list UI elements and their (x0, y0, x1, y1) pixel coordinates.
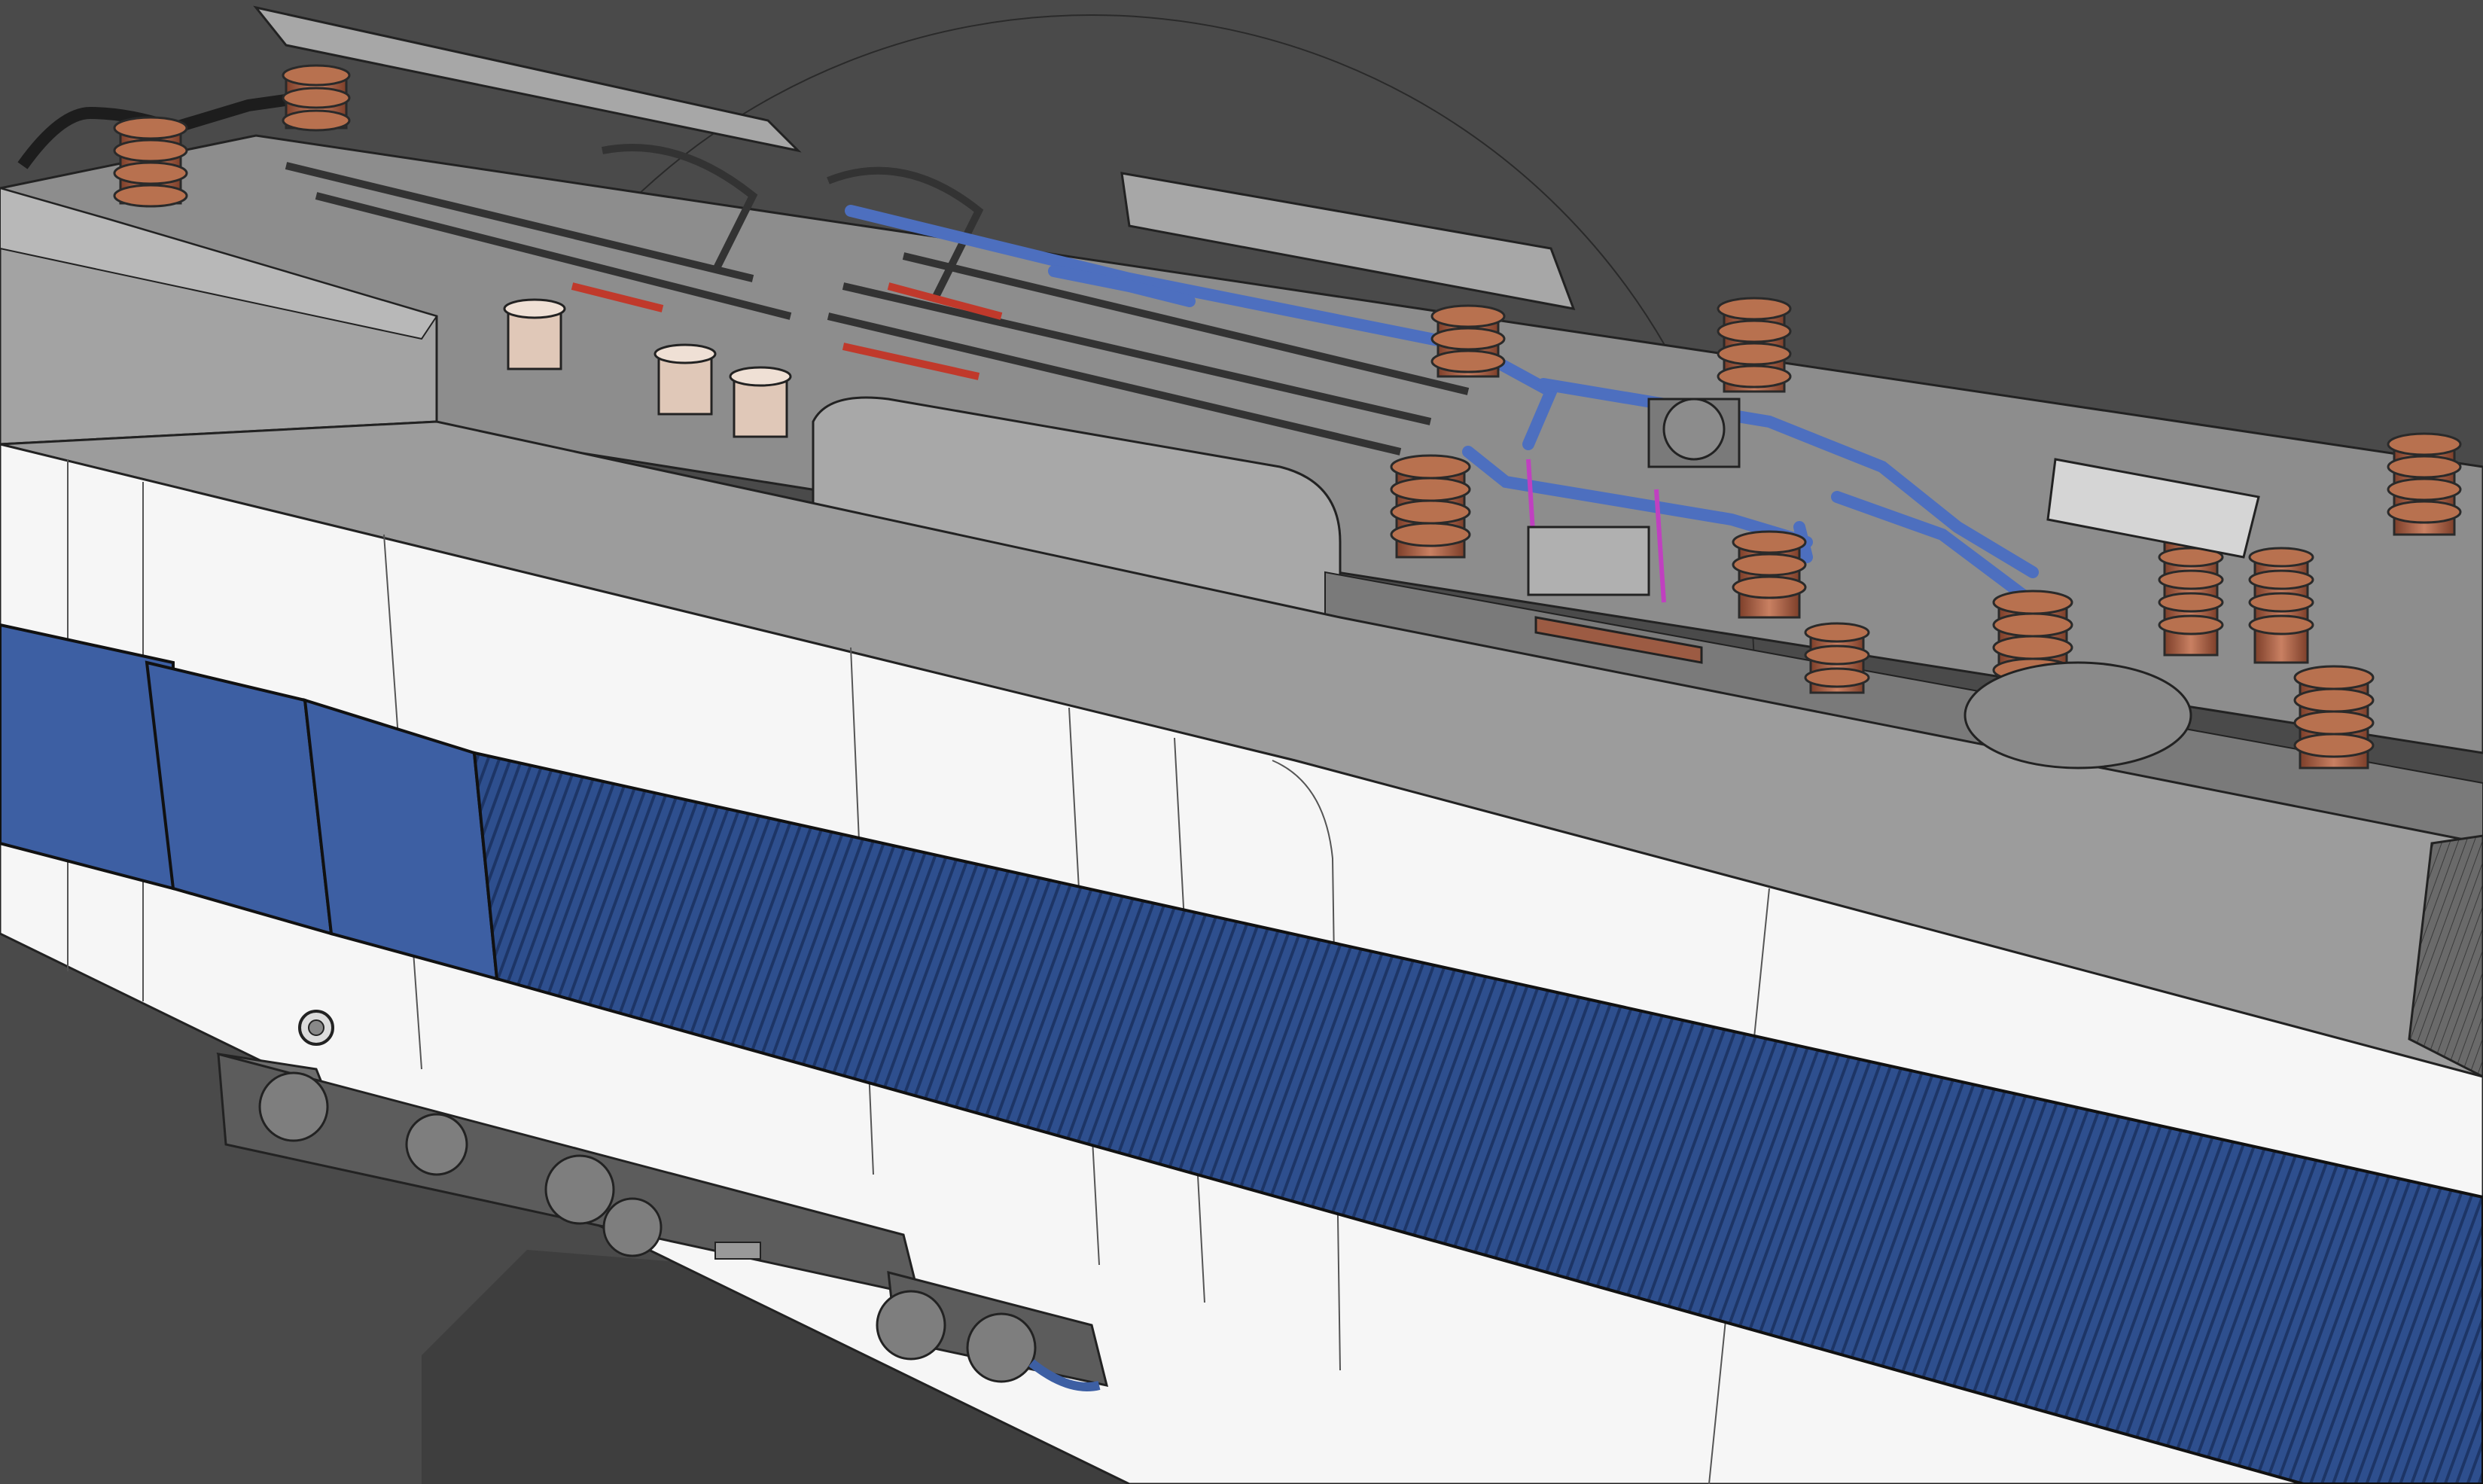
train-roof-render (0, 0, 2483, 1484)
body-badge-inner (308, 1019, 324, 1036)
insulator-base-plate (1964, 661, 2192, 769)
